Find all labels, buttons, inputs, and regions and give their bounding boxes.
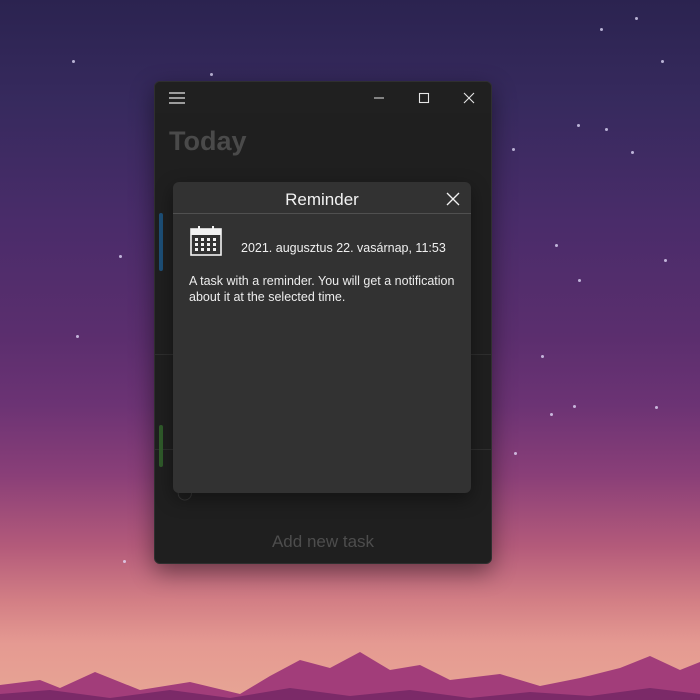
minimize-icon[interactable]	[357, 82, 401, 113]
reminder-datetime: 2021. augusztus 22. vasárnap, 11:53	[241, 241, 446, 255]
task-color-bar	[159, 213, 163, 271]
hamburger-menu-icon[interactable]	[155, 82, 199, 113]
title-bar	[155, 82, 491, 113]
wallpaper-mountains	[0, 652, 700, 700]
add-new-task-button[interactable]: Add new task	[155, 532, 491, 552]
calendar-icon	[190, 226, 222, 260]
close-icon[interactable]	[441, 187, 465, 211]
task-color-bar	[159, 425, 163, 467]
divider	[173, 213, 471, 214]
dialog-title: Reminder	[285, 190, 359, 209]
reminder-dialog: Reminder 2021. augusztus 22. vasárnap, 1…	[173, 182, 471, 493]
maximize-icon[interactable]	[402, 82, 446, 113]
page-title: Today	[169, 126, 247, 156]
close-icon[interactable]	[447, 82, 491, 113]
reminder-description: A task with a reminder. You will get a n…	[189, 274, 455, 304]
